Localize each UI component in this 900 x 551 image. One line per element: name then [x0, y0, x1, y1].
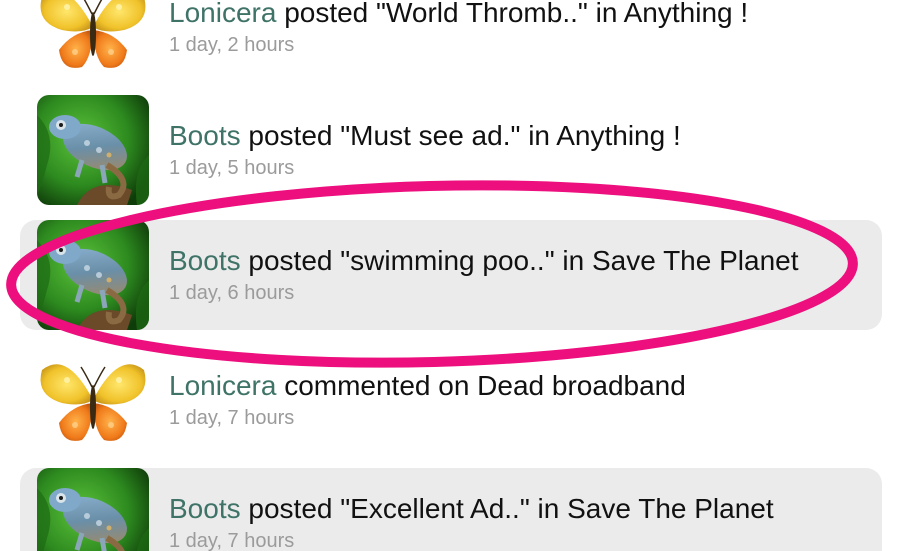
activity-line: Boots posted "Must see ad." in Anything …: [169, 119, 872, 153]
timestamp: 1 day, 6 hours: [169, 282, 295, 304]
activity-feed: Lonicera posted "World Thromb.." in Anyt…: [0, 0, 900, 551]
activity-line: Boots posted "swimming poo.." in Save Th…: [169, 244, 872, 278]
username-link[interactable]: Lonicera: [169, 370, 276, 401]
chameleon-icon[interactable]: [37, 468, 149, 551]
activity-line: Lonicera posted "World Thromb.." in Anyt…: [169, 0, 872, 30]
username-link[interactable]: Boots: [169, 245, 241, 276]
username-link[interactable]: Boots: [169, 120, 241, 151]
timestamp: 1 day, 7 hours: [169, 407, 295, 429]
butterfly-icon[interactable]: [37, 345, 149, 455]
activity-description[interactable]: posted "World Thromb.." in Anything !: [284, 0, 748, 28]
feed-item-text: Boots posted "swimming poo.." in Save Th…: [169, 244, 872, 306]
timestamp: 1 day, 7 hours: [169, 530, 295, 551]
timestamp: 1 day, 2 hours: [169, 34, 295, 56]
activity-line: Lonicera commented on Dead broadband: [169, 369, 872, 403]
butterfly-icon[interactable]: [37, 0, 149, 82]
chameleon-icon[interactable]: [37, 95, 149, 205]
feed-item-text: Boots posted "Must see ad." in Anything …: [169, 119, 872, 181]
feed-item-4[interactable]: Lonicera commented on Dead broadband 1 d…: [20, 345, 882, 455]
feed-item-text: Lonicera commented on Dead broadband 1 d…: [169, 369, 872, 431]
feed-item-2[interactable]: Boots posted "Must see ad." in Anything …: [20, 95, 882, 205]
feed-item-text: Lonicera posted "World Thromb.." in Anyt…: [169, 0, 872, 58]
username-link[interactable]: Boots: [169, 493, 241, 524]
feed-item-text: Boots posted "Excellent Ad.." in Save Th…: [169, 492, 872, 551]
activity-line: Boots posted "Excellent Ad.." in Save Th…: [169, 492, 872, 526]
chameleon-icon[interactable]: [37, 220, 149, 330]
username-link[interactable]: Lonicera: [169, 0, 276, 28]
activity-description[interactable]: commented on Dead broadband: [284, 370, 686, 401]
activity-description[interactable]: posted "Must see ad." in Anything !: [248, 120, 680, 151]
feed-item-3[interactable]: Boots posted "swimming poo.." in Save Th…: [20, 220, 882, 330]
feed-item-1[interactable]: Lonicera posted "World Thromb.." in Anyt…: [20, 0, 882, 82]
activity-description[interactable]: posted "Excellent Ad.." in Save The Plan…: [248, 493, 773, 524]
timestamp: 1 day, 5 hours: [169, 157, 295, 179]
activity-description[interactable]: posted "swimming poo.." in Save The Plan…: [248, 245, 798, 276]
feed-item-5[interactable]: Boots posted "Excellent Ad.." in Save Th…: [20, 468, 882, 551]
